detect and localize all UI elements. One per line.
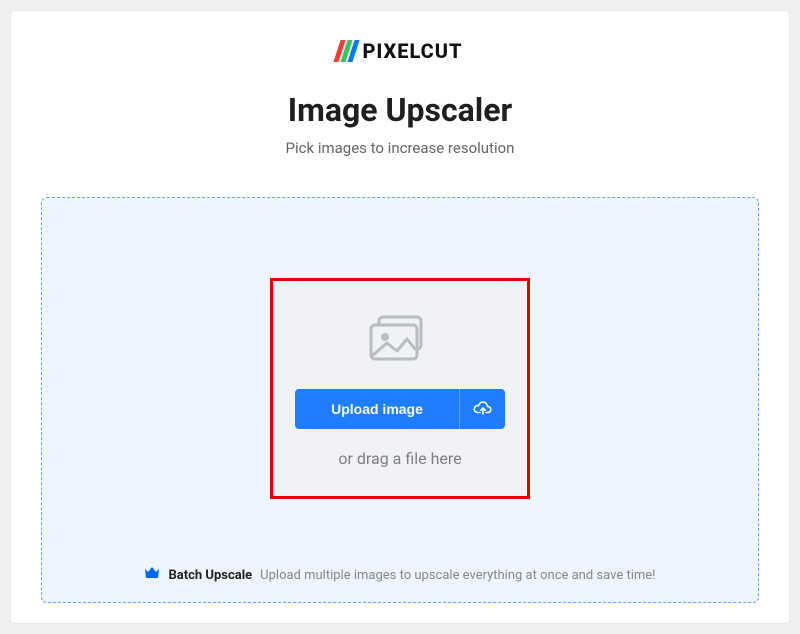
page-subtitle: Pick images to increase resolution: [41, 139, 759, 157]
batch-upscale-link[interactable]: Batch Upscale Upload multiple images to …: [144, 566, 655, 584]
upload-dropzone[interactable]: Upload image or drag a file here: [41, 197, 759, 603]
drag-hint: or drag a file here: [338, 449, 461, 468]
app-card: PIXELCUT Image Upscaler Pick images to i…: [10, 10, 790, 624]
crown-icon: [144, 566, 160, 584]
upload-from-cloud-button[interactable]: [459, 389, 505, 429]
batch-label: Batch Upscale: [168, 568, 252, 583]
batch-description: Upload multiple images to upscale everyt…: [260, 568, 655, 583]
upload-button-row: Upload image: [295, 389, 505, 429]
upload-image-button[interactable]: Upload image: [295, 389, 459, 429]
brand-name: PIXELCUT: [362, 39, 462, 63]
images-icon: [365, 315, 435, 371]
logo-bars-icon: [337, 40, 356, 62]
upload-panel: Upload image or drag a file here: [270, 278, 530, 499]
page-title: Image Upscaler: [41, 91, 759, 129]
brand-logo: PIXELCUT: [41, 39, 759, 63]
cloud-upload-icon: [473, 400, 493, 419]
